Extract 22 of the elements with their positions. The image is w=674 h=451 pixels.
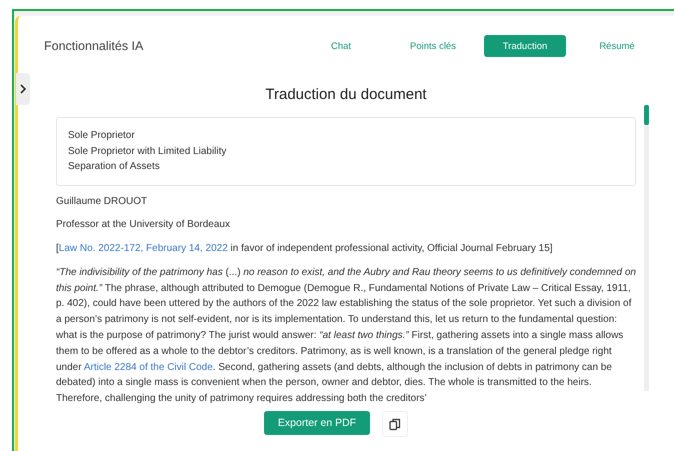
copy-button[interactable] [382,411,408,437]
link[interactable]: Law No. 2022-172, February 14, 2022 [58,243,228,254]
copy-icon [389,418,401,430]
paragraph: [Law No. 2022-172, February 14, 2022 in favor of independent professional activity, Official Journal February 15] [56,242,554,256]
summary-line: Sole Proprietor with Limited Liability [68,144,228,158]
summary-line: Separation of Assets [68,160,161,174]
scrollbar-thumb[interactable] [644,105,649,125]
chevron-right-icon [19,83,27,95]
scrollbar[interactable] [644,105,649,391]
section-heading: Traduction du document [265,86,427,103]
tab[interactable]: Résumé [576,35,658,57]
export-button[interactable]: Exporter en PDF [264,411,370,435]
summary-line: Sole Proprietor [68,129,136,143]
paragraph: “The indivisibility of the patrimony has (...) no reason to exist, and the Aubry and Rau theory seems to us definitively condemned on this point.” The phrase, although attributed to Demogue (Demogue R., Fundamental Notions of Private Law – Critical Essay, 1911, p. 402), could have been uttered by the authors of the 2022 law establishing the status of the sole proprietor. Yet such a division of a person’s patrimony is not self-evident, nor is its implementation. To understand this, let us return to the fundamental question: what is the purpose of patrimony? The jurist would answer: “at least two things.” First, gathering assets into a single mass allows them to be offered as a whole to the debtor’s creditors. Patrimony, as is well known, is a translation of the general pledge right under Article 2284 of the Civil Code. Second, gathering assets (and debts, although the inclusion of debts in patrimony can be debated) into a single mass is convenient when the person, owner and debtor, dies. The whole is transmitted to the heirs. Therefore, challenging the unity of patrimony requires addressing both the creditors’ [56,266,636,403]
tab[interactable]: Points clés [392,35,474,57]
tab[interactable]: Chat [300,35,382,57]
paragraph: Professor at the University of Bordeaux [56,218,231,232]
paragraph: Guillaume DROUOT [56,194,148,208]
tab[interactable]: Traduction [484,35,566,57]
link[interactable]: Article 2284 of the Civil Code [84,362,213,373]
expand-button[interactable] [16,73,30,105]
panel-title: Fonctionnalités IA [44,39,144,53]
